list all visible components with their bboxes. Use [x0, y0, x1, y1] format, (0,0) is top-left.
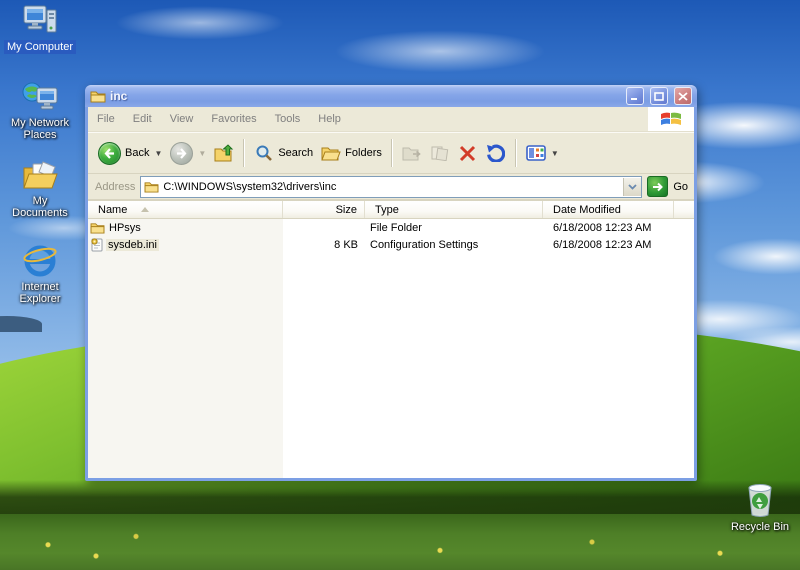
toolbar-separator — [243, 139, 245, 167]
address-input[interactable]: C:\WINDOWS\system32\drivers\inc — [140, 176, 642, 198]
move-to-icon — [402, 143, 422, 163]
address-path-text: C:\WINDOWS\system32\drivers\inc — [163, 181, 619, 193]
recycle-bin-icon — [722, 482, 798, 518]
folders-icon — [321, 143, 341, 163]
up-folder-icon — [214, 143, 234, 163]
file-list-view: Name Size Type Date Modified — [88, 200, 694, 478]
column-header-type[interactable]: Type — [365, 201, 543, 218]
toolbar-separator — [515, 139, 517, 167]
standard-buttons-toolbar: Back ▼ ▼ — [88, 132, 694, 174]
back-label: Back — [125, 147, 149, 159]
desktop-icon-recycle-bin[interactable]: Recycle Bin — [722, 482, 798, 534]
window-client-area: File Edit View Favorites Tools Help — [88, 107, 694, 478]
menu-edit[interactable]: Edit — [124, 110, 161, 128]
sort-ascending-icon — [141, 207, 149, 212]
folders-label: Folders — [345, 147, 382, 159]
desktop-icon-internet-explorer[interactable]: Internet Explorer — [2, 242, 78, 306]
forward-icon — [170, 142, 193, 165]
menu-tools[interactable]: Tools — [266, 110, 310, 128]
close-button[interactable] — [674, 87, 692, 105]
desktop-icon-label: My Computer — [4, 40, 76, 54]
go-label: Go — [673, 181, 691, 193]
address-bar: Address C:\WINDOWS\system32\drivers\inc … — [88, 174, 694, 200]
menu-help[interactable]: Help — [309, 110, 350, 128]
my-documents-icon — [2, 156, 78, 192]
search-icon — [254, 143, 274, 163]
minimize-button[interactable] — [626, 87, 644, 105]
folders-button[interactable]: Folders — [317, 141, 386, 165]
file-type: Configuration Settings — [365, 239, 543, 251]
column-header-name[interactable]: Name — [88, 201, 283, 218]
windows-logo — [648, 107, 694, 131]
grass-shadow-band — [0, 480, 800, 518]
delete-x-icon — [458, 143, 478, 163]
file-date-modified: 6/18/2008 12:23 AM — [543, 222, 674, 234]
forward-dropdown-arrow: ▼ — [198, 149, 206, 158]
views-button[interactable]: ▼ — [522, 141, 563, 165]
menu-view[interactable]: View — [161, 110, 203, 128]
back-icon — [98, 142, 121, 165]
copy-to-icon — [430, 143, 450, 163]
meadow-flowers — [0, 514, 800, 570]
file-type: File Folder — [365, 222, 543, 234]
desktop-icon-label: Internet Explorer — [2, 280, 78, 306]
file-date-modified: 6/18/2008 12:23 AM — [543, 239, 674, 251]
column-header-filler — [674, 201, 694, 218]
maximize-button[interactable] — [650, 87, 668, 105]
views-icon — [526, 143, 546, 163]
desktop-icon-label: My Documents — [2, 194, 78, 220]
file-size: 8 KB — [283, 239, 365, 251]
search-label: Search — [278, 147, 313, 159]
menu-favorites[interactable]: Favorites — [202, 110, 265, 128]
undo-button[interactable] — [482, 141, 510, 165]
file-row-sysdeb-ini[interactable]: sysdeb.ini 8 KB Configuration Settings 6… — [88, 236, 694, 253]
desktop-icon-my-network-places[interactable]: My Network Places — [2, 78, 78, 142]
window-title: inc — [110, 89, 620, 103]
desktop-icon-my-computer[interactable]: My Computer — [2, 2, 78, 54]
delete-button[interactable] — [454, 141, 482, 165]
back-button[interactable]: Back ▼ — [94, 140, 166, 167]
forward-button[interactable]: ▼ — [166, 140, 210, 167]
back-dropdown-arrow[interactable]: ▼ — [154, 149, 162, 158]
my-network-places-icon — [2, 78, 78, 114]
folder-icon — [90, 90, 106, 103]
file-row-hpsys[interactable]: HPsys File Folder 6/18/2008 12:23 AM — [88, 219, 694, 236]
column-header-size[interactable]: Size — [283, 201, 365, 218]
folder-icon — [90, 222, 105, 234]
copy-to-button — [426, 141, 454, 165]
internet-explorer-icon — [2, 242, 78, 278]
desktop-icon-my-documents[interactable]: My Documents — [2, 156, 78, 220]
address-dropdown-button[interactable] — [623, 178, 641, 196]
file-rows: HPsys File Folder 6/18/2008 12:23 AM — [88, 219, 694, 253]
up-button[interactable] — [210, 141, 238, 165]
address-label: Address — [91, 181, 135, 193]
toolbar-separator — [391, 139, 393, 167]
column-header-date-modified[interactable]: Date Modified — [543, 201, 674, 218]
ini-file-icon — [90, 238, 104, 252]
desktop-icon-label: My Network Places — [2, 116, 78, 142]
my-computer-icon — [2, 2, 78, 38]
column-headers: Name Size Type Date Modified — [88, 201, 694, 219]
menu-file[interactable]: File — [88, 110, 124, 128]
views-dropdown-arrow[interactable]: ▼ — [551, 149, 559, 158]
title-bar[interactable]: inc — [85, 85, 697, 107]
undo-icon — [486, 143, 506, 163]
file-name[interactable]: HPsys — [107, 222, 143, 234]
explorer-window: inc File Edit View Favorites Tools Help — [85, 85, 697, 481]
menu-bar: File Edit View Favorites Tools Help — [88, 107, 694, 132]
go-button[interactable] — [647, 176, 668, 197]
search-button[interactable]: Search — [250, 141, 317, 165]
move-to-button — [398, 141, 426, 165]
folder-icon — [144, 181, 159, 193]
desktop-icon-label: Recycle Bin — [728, 520, 792, 534]
file-name[interactable]: sysdeb.ini — [106, 239, 159, 251]
